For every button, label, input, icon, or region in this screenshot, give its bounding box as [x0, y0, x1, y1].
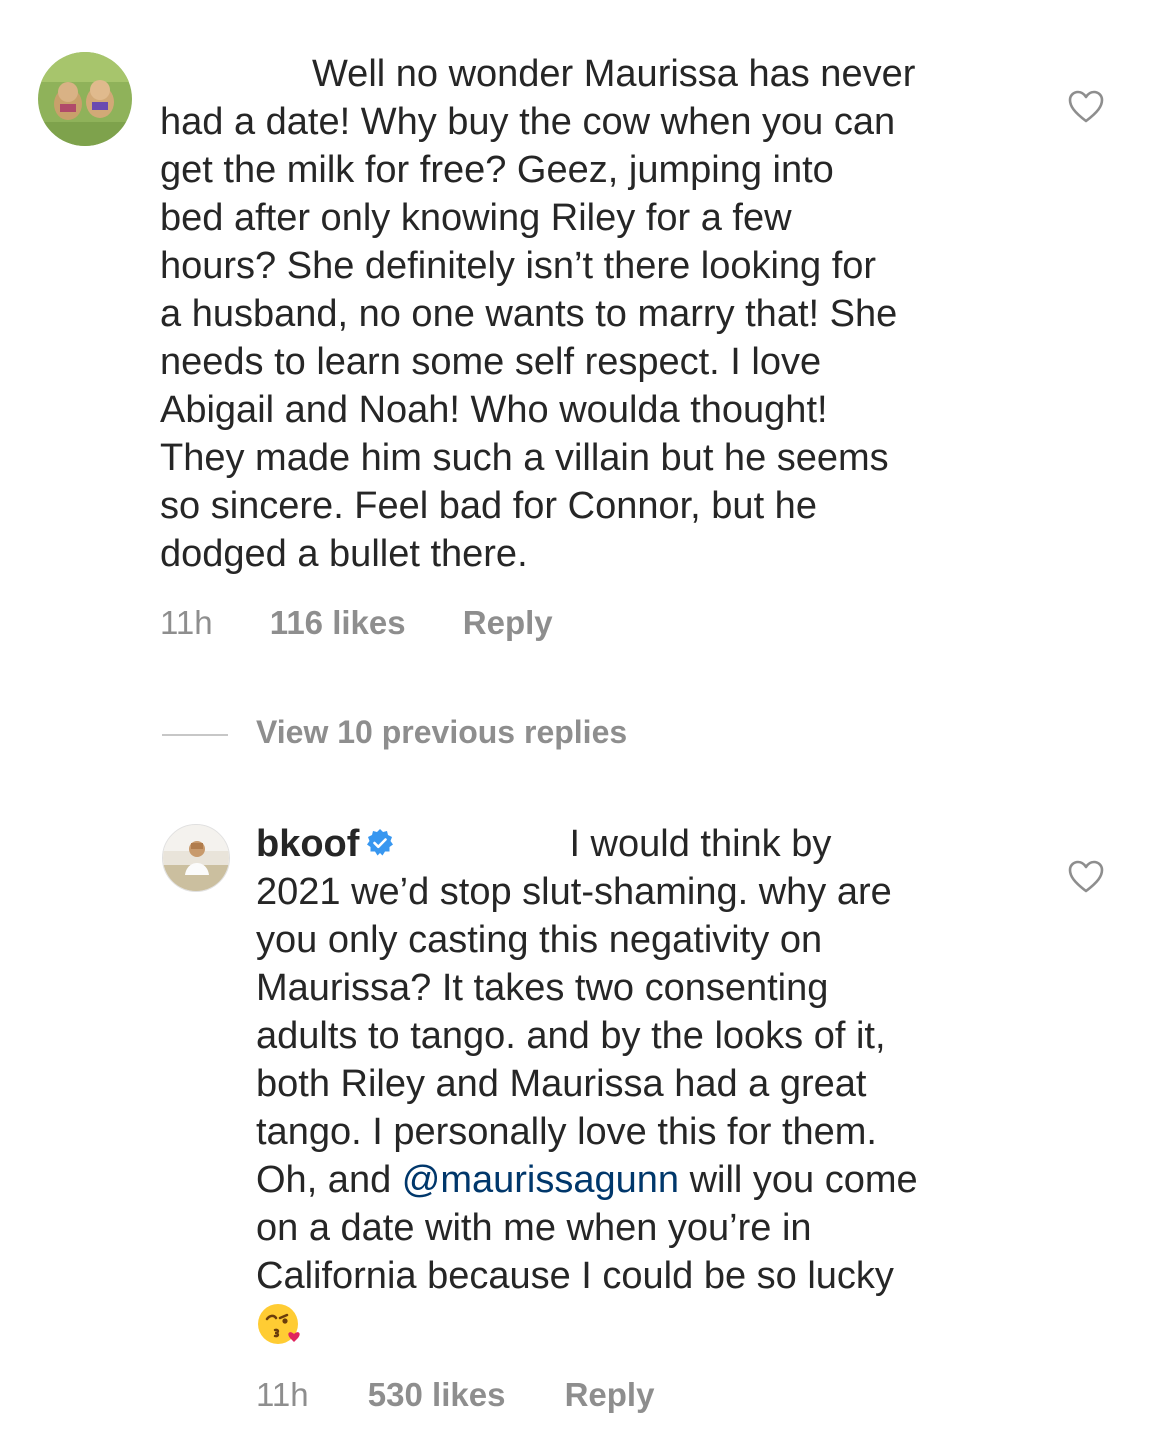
likes-count-button[interactable]: 530 likes [368, 1376, 506, 1414]
woman-avatar-icon [163, 825, 229, 891]
reply-line: tango. I personally love this for them. [256, 1111, 877, 1153]
reply-line: both Riley and Maurissa had a great [256, 1063, 867, 1105]
verified-badge-icon [367, 829, 394, 856]
reply-mention-line: Oh, and @maurissagunn will you come [256, 1156, 1056, 1204]
reply-meta: 11h 530 likes Reply [256, 1376, 654, 1414]
reply-button[interactable]: Reply [565, 1376, 655, 1414]
reply-text: bkoof I would think by 2021 we’d stop sl… [256, 820, 1056, 1350]
reply-line: adults to tango. and by the looks of it, [256, 1015, 886, 1057]
reply-line: Maurissa? It takes two consenting [256, 967, 829, 1009]
redacted-mention [395, 845, 545, 847]
comment-line: They made him such a villain but he seem… [160, 437, 889, 479]
divider [162, 733, 228, 736]
comment-time: 11h [256, 1376, 309, 1413]
commenter-avatar[interactable] [38, 52, 132, 146]
view-replies-label: View 10 previous replies [256, 714, 628, 750]
comment-line: hours? She definitely isn’t there lookin… [160, 245, 877, 287]
comment-line: so sincere. Feel bad for Connor, but he [160, 485, 817, 527]
reply-line: will you come [679, 1159, 918, 1201]
reply-line: on a date with me when you’re in [256, 1207, 812, 1249]
reply-line: 2021 we’d stop slut-shaming. why are [256, 871, 892, 913]
mention-link[interactable]: @maurissagunn [402, 1159, 679, 1201]
comment-line: needs to learn some self respect. I love [160, 341, 822, 383]
reply-line: Oh, and [256, 1159, 402, 1201]
comment-line: Well no wonder Maurissa has never [312, 53, 916, 95]
dogs-avatar-icon [38, 52, 132, 146]
comment-text: Well no wonder Maurissa has never had a … [160, 50, 1040, 578]
view-previous-replies-button[interactable]: View 10 previous replies [162, 714, 627, 754]
comment-time: 11h [160, 604, 213, 641]
username-link[interactable]: bkoof [256, 823, 359, 865]
comment-line: bed after only knowing Riley for a few [160, 197, 792, 239]
comment-line: had a date! Why buy the cow when you can [160, 101, 896, 143]
likes-count-button[interactable]: 116 likes [270, 604, 406, 642]
commenter-avatar[interactable] [162, 824, 230, 892]
reply-line: California because I could be so lucky [256, 1255, 894, 1297]
comment-line: Abigail and Noah! Who woulda thought! [160, 389, 828, 431]
kissing-wink-emoji-icon [258, 1304, 300, 1344]
emoji-line [256, 1300, 1056, 1350]
comment-meta: 11h 116 likes Reply [160, 604, 553, 642]
comment-line: dodged a bullet there. [160, 533, 528, 575]
reply-line: you only casting this negativity on [256, 919, 823, 961]
comment-line: a husband, no one wants to marry that! S… [160, 293, 898, 335]
reply-line: I would think by [569, 823, 832, 865]
comment-line: get the milk for free? Geez, jumping int… [160, 149, 834, 191]
reply-button[interactable]: Reply [463, 604, 553, 642]
heart-outline-icon[interactable] [1068, 90, 1104, 124]
heart-outline-icon[interactable] [1068, 860, 1104, 894]
reply-first-line: bkoof I would think by [256, 820, 1056, 868]
